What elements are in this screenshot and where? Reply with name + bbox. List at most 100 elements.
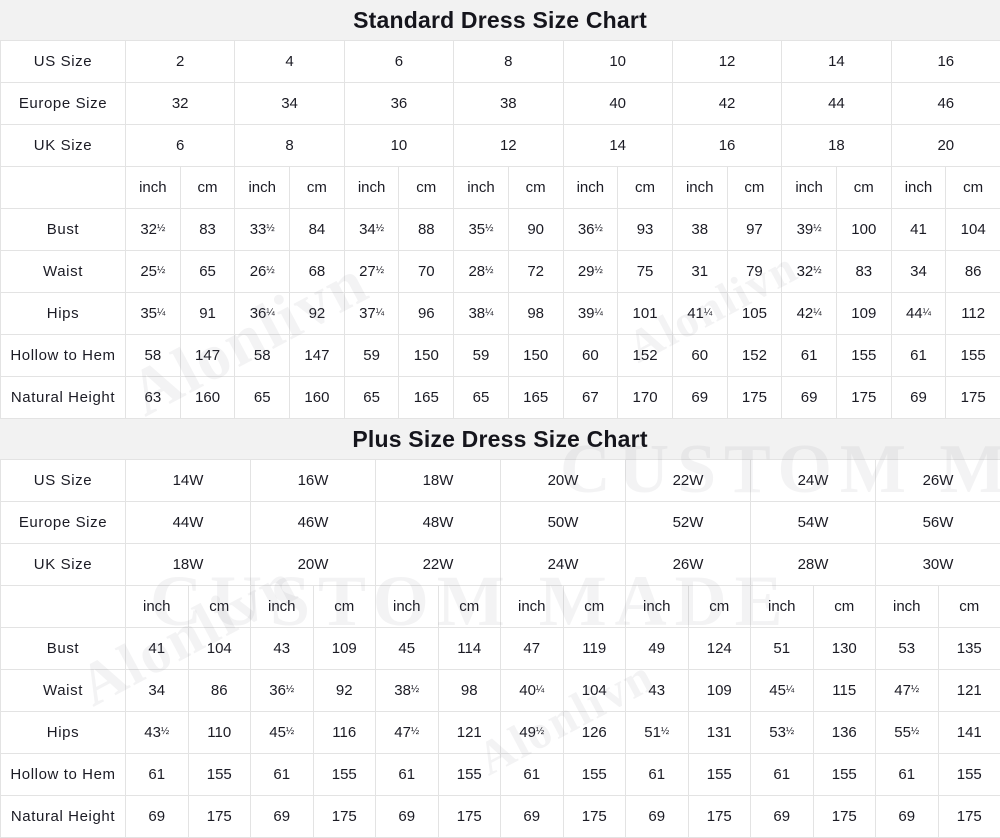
fraction-glyph: ½ <box>485 223 493 234</box>
measurement-value-cm: 84 <box>290 209 345 251</box>
fraction-glyph: ½ <box>376 223 384 234</box>
size-value-us-size: 10 <box>563 41 672 83</box>
measurement-value-inch: 38¼ <box>454 293 509 335</box>
fraction-glyph: ½ <box>786 726 794 737</box>
size-value-us-size: 20W <box>501 460 626 502</box>
value-text: 41¼ <box>687 305 712 322</box>
value-text: 91 <box>199 305 216 322</box>
measurement-value-cm: 147 <box>290 335 345 377</box>
value-text: 175 <box>832 808 857 825</box>
row-label-us-size: US Size <box>1 460 126 502</box>
measurement-value-inch: 61 <box>626 754 689 796</box>
row-label-measurement: Waist <box>1 251 126 293</box>
value-text: 160 <box>195 389 220 406</box>
fraction-glyph: ¼ <box>485 307 493 318</box>
unit-header-inch: inch <box>235 167 290 209</box>
size-value-uk-size: 20W <box>251 544 376 586</box>
measurement-value-cm: 155 <box>313 754 376 796</box>
measurement-value-inch: 36½ <box>563 209 618 251</box>
row-label-measurement: Hips <box>1 712 126 754</box>
fraction-glyph: ½ <box>411 684 419 695</box>
measurement-value-inch: 61 <box>782 335 837 377</box>
unit-header-cm: cm <box>313 586 376 628</box>
table-row-uk-size: UK Size68101214161820 <box>1 125 1000 167</box>
value-text: 69 <box>773 808 790 825</box>
measurement-value-inch: 63 <box>126 377 181 419</box>
value-text: 61 <box>148 766 165 783</box>
size-value-europe-size: 44 <box>782 83 891 125</box>
value-text: 105 <box>742 305 767 322</box>
size-value-us-size: 14 <box>782 41 891 83</box>
fraction-glyph: ½ <box>157 265 165 276</box>
value-text: 42¼ <box>797 305 822 322</box>
measurement-value-inch: 25½ <box>126 251 181 293</box>
measurement-value-cm: 175 <box>813 796 876 838</box>
size-value-europe-size: 40 <box>563 83 672 125</box>
value-text: 53½ <box>769 724 794 741</box>
unit-header-cm: cm <box>563 586 626 628</box>
value-text: 36½ <box>578 221 603 238</box>
measurement-value-cm: 124 <box>688 628 751 670</box>
value-text: 38¼ <box>468 305 493 322</box>
value-text: 69 <box>898 808 915 825</box>
table-row-europe-size: Europe Size3234363840424446 <box>1 83 1000 125</box>
measurement-value-inch: 45½ <box>251 712 314 754</box>
value-text: 165 <box>414 389 439 406</box>
value-text: 109 <box>332 640 357 657</box>
row-label-units-blank <box>1 167 126 209</box>
size-value-us-size: 22W <box>626 460 751 502</box>
fraction-glyph: ½ <box>911 726 919 737</box>
table-row-units: inchcminchcminchcminchcminchcminchcminch… <box>1 167 1000 209</box>
value-text: 69 <box>691 389 708 406</box>
size-value-europe-size: 48W <box>376 502 501 544</box>
measurement-value-cm: 100 <box>836 209 891 251</box>
value-text: 65 <box>254 389 271 406</box>
value-text: 38 <box>691 221 708 238</box>
value-text: 58 <box>145 347 162 364</box>
measurement-value-inch: 61 <box>126 754 189 796</box>
value-text: 61 <box>648 766 665 783</box>
measurement-value-inch: 47 <box>501 628 564 670</box>
value-text: 155 <box>207 766 232 783</box>
value-text: 25½ <box>140 263 165 280</box>
measurement-value-inch: 60 <box>563 335 618 377</box>
measurement-value-inch: 32½ <box>782 251 837 293</box>
unit-header-cm: cm <box>188 586 251 628</box>
row-label-measurement: Bust <box>1 628 126 670</box>
value-text: 155 <box>961 347 986 364</box>
measurement-value-cm: 160 <box>290 377 345 419</box>
unit-header-inch: inch <box>251 586 314 628</box>
fraction-glyph: ½ <box>813 265 821 276</box>
measurement-value-inch: 51½ <box>626 712 689 754</box>
measurement-value-cm: 110 <box>188 712 251 754</box>
value-text: 104 <box>582 682 607 699</box>
unit-header-cm: cm <box>946 167 1000 209</box>
size-value-uk-size: 6 <box>126 125 235 167</box>
measurement-value-cm: 98 <box>508 293 563 335</box>
value-text: 121 <box>457 724 482 741</box>
measurement-value-inch: 41 <box>891 209 946 251</box>
value-text: 160 <box>304 389 329 406</box>
measurement-value-cm: 175 <box>946 377 1000 419</box>
chart-block-standard: Standard Dress Size ChartUS Size24681012… <box>0 0 1000 419</box>
measurement-value-inch: 61 <box>751 754 814 796</box>
size-value-uk-size: 22W <box>376 544 501 586</box>
measurement-value-inch: 69 <box>876 796 939 838</box>
fraction-glyph: ¼ <box>157 307 165 318</box>
value-text: 112 <box>961 305 985 322</box>
value-text: 90 <box>527 221 544 238</box>
size-value-europe-size: 50W <box>501 502 626 544</box>
measurement-value-inch: 45¼ <box>751 670 814 712</box>
value-text: 114 <box>457 640 481 657</box>
table-row-measurement: Hollow to Hem581475814759150591506015260… <box>1 335 1000 377</box>
value-text: 121 <box>957 682 982 699</box>
fraction-glyph: ½ <box>485 265 493 276</box>
unit-header-inch: inch <box>751 586 814 628</box>
unit-header-cm: cm <box>399 167 454 209</box>
unit-header-cm: cm <box>688 586 751 628</box>
measurement-value-inch: 55½ <box>876 712 939 754</box>
value-text: 175 <box>742 389 767 406</box>
value-text: 34 <box>148 682 165 699</box>
value-text: 109 <box>851 305 876 322</box>
value-text: 61 <box>398 766 415 783</box>
